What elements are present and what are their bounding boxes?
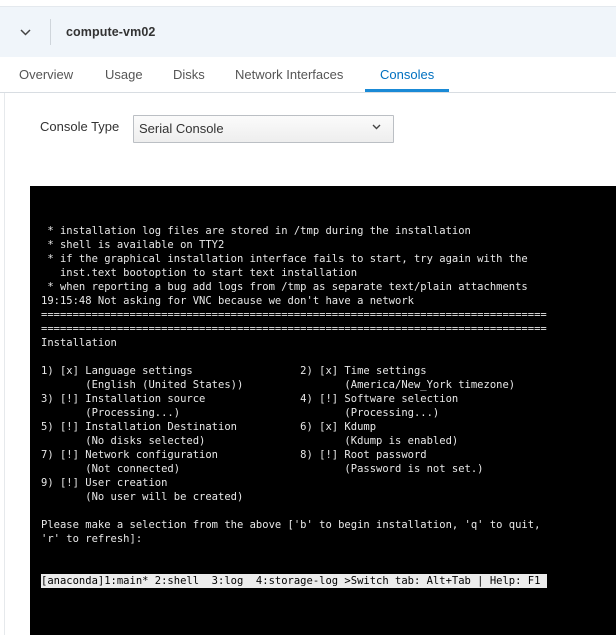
terminal-line: 19:15:48 Not asking for VNC because we d… bbox=[41, 295, 414, 307]
terminal-line: (English (United States)) (America/New_Y… bbox=[41, 379, 516, 391]
tab-bar: Overview Usage Disks Network Interfaces … bbox=[0, 57, 616, 93]
terminal-line: 3) [!] Installation source 4) [!] Softwa… bbox=[41, 393, 459, 405]
consoles-panel: Console Type Serial Console * installati… bbox=[4, 93, 616, 635]
chevron-down-icon bbox=[372, 124, 381, 130]
vm-details-page: compute-vm02 Overview Usage Disks Networ… bbox=[0, 0, 616, 635]
terminal-line: 1) [x] Language settings 2) [x] Time set… bbox=[41, 365, 427, 377]
tab-overview[interactable]: Overview bbox=[19, 57, 73, 92]
terminal-line: 9) [!] User creation bbox=[41, 477, 168, 489]
terminal-line: (Processing...) (Processing...) bbox=[41, 407, 440, 419]
terminal-line: ========================================… bbox=[41, 323, 547, 335]
tab-network-interfaces[interactable]: Network Interfaces bbox=[235, 57, 343, 92]
terminal-output: * installation log files are stored in /… bbox=[41, 224, 616, 546]
console-type-label: Console Type bbox=[40, 119, 120, 134]
terminal-line: * installation log files are stored in /… bbox=[41, 225, 471, 237]
console-type-value: Serial Console bbox=[139, 121, 224, 136]
header-divider bbox=[50, 19, 51, 45]
vm-name-title: compute-vm02 bbox=[66, 25, 156, 39]
collapse-toggle[interactable] bbox=[0, 7, 50, 58]
console-type-select[interactable]: Serial Console bbox=[133, 115, 394, 143]
terminal-line: (No disks selected) (Kdump is enabled) bbox=[41, 435, 459, 447]
terminal-line: 5) [!] Installation Destination 6) [x] K… bbox=[41, 421, 377, 433]
terminal-line: * when reporting a bug add logs from /tm… bbox=[41, 281, 528, 293]
terminal-line: Installation bbox=[41, 337, 117, 349]
terminal-line: * if the graphical installation interfac… bbox=[41, 253, 528, 265]
terminal-line: (No user will be created) bbox=[41, 491, 244, 503]
terminal-line: 7) [!] Network configuration 8) [!] Root… bbox=[41, 449, 427, 461]
terminal-line: ========================================… bbox=[41, 309, 547, 321]
chevron-down-icon bbox=[19, 28, 31, 36]
tab-usage[interactable]: Usage bbox=[105, 57, 143, 92]
serial-console-terminal[interactable]: * installation log files are stored in /… bbox=[30, 186, 616, 635]
tab-consoles[interactable]: Consoles bbox=[365, 57, 450, 92]
terminal-line: 'r' to refresh]: bbox=[41, 533, 143, 545]
terminal-line: * shell is available on TTY2 bbox=[41, 239, 225, 251]
tab-disks[interactable]: Disks bbox=[173, 57, 205, 92]
terminal-line: Please make a selection from the above [… bbox=[41, 519, 541, 531]
tmux-status-bar: [anaconda]1:main* 2:shell 3:log 4:storag… bbox=[41, 574, 547, 588]
terminal-line: (Not connected) (Password is not set.) bbox=[41, 463, 484, 475]
vm-header: compute-vm02 bbox=[0, 6, 616, 57]
terminal-line: inst.text bootoption to start text insta… bbox=[41, 267, 358, 279]
